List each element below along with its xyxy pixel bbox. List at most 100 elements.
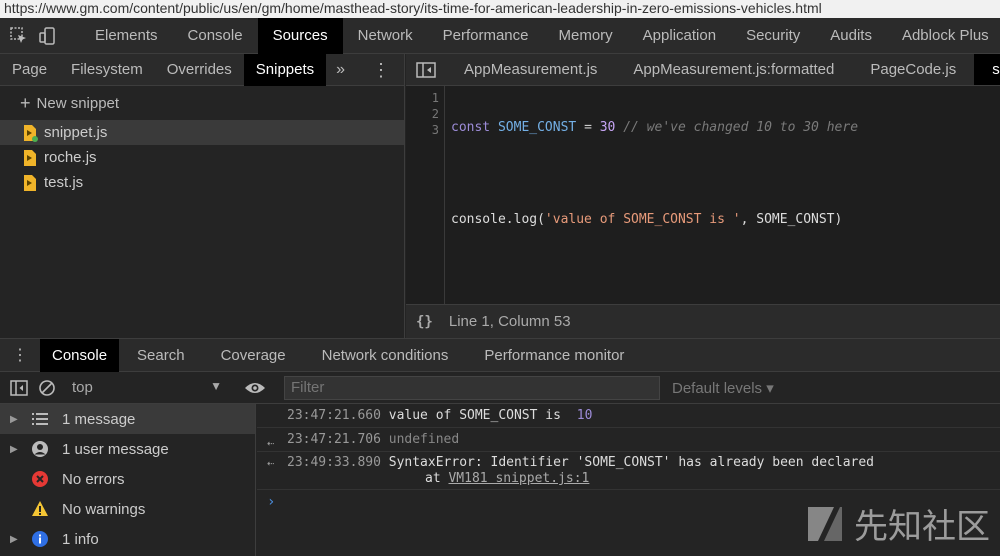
drawer-menu-icon[interactable]: ⋮ xyxy=(12,345,28,365)
sidebar-item-user-messages[interactable]: ▶ 1 user message xyxy=(0,434,255,464)
user-icon xyxy=(30,439,50,459)
sidebar-item-label: No errors xyxy=(62,470,125,488)
file-item-snippet[interactable]: snippet.js xyxy=(0,120,404,145)
default-levels-dropdown[interactable]: Default levels ▾ xyxy=(672,379,774,397)
snippet-file-icon xyxy=(24,149,36,166)
file-name: roche.js xyxy=(44,149,97,166)
sidebar-item-info[interactable]: ▶ 1 info xyxy=(0,524,255,554)
console-message[interactable]: 23:47:21.660 value of SOME_CONST is 10 xyxy=(257,404,1000,428)
sidebar-item-errors[interactable]: No errors xyxy=(0,464,255,494)
drawer-tab-coverage[interactable]: Coverage xyxy=(203,339,304,372)
line-gutter: 1 2 3 xyxy=(406,86,445,304)
list-icon xyxy=(30,409,50,429)
expand-arrow-icon: ▶ xyxy=(10,413,18,425)
tab-filesystem[interactable]: Filesystem xyxy=(59,54,155,86)
timestamp: 23:47:21.706 xyxy=(287,432,381,447)
tab-security[interactable]: Security xyxy=(731,18,815,54)
sidebar-item-messages[interactable]: ▶ 1 message xyxy=(0,404,255,434)
error-text: SyntaxError: Identifier 'SOME_CONST' has… xyxy=(388,455,875,470)
kebab-menu-icon[interactable]: ⋮ xyxy=(372,54,390,86)
tab-memory[interactable]: Memory xyxy=(544,18,628,54)
drawer-tab-console[interactable]: Console xyxy=(40,338,120,372)
console-error[interactable]: ⇠ 23:49:33.890 SyntaxError: Identifier '… xyxy=(257,452,1000,490)
devtools-main-tabs: Elements Console Sources Network Perform… xyxy=(0,17,1000,54)
tab-overrides[interactable]: Overrides xyxy=(155,54,244,86)
watermark-text: 先知社区 xyxy=(854,507,990,547)
console-result[interactable]: ⇠ 23:47:21.706 undefined xyxy=(257,428,1000,452)
tab-audits[interactable]: Audits xyxy=(815,18,887,54)
editor-tab-pagecode[interactable]: PageCode.js xyxy=(852,54,974,85)
editor-tab-appmeasurement-formatted[interactable]: AppMeasurement.js:formatted xyxy=(615,54,852,85)
file-name: snippet.js xyxy=(44,124,108,141)
toggle-sidebar-icon[interactable] xyxy=(10,379,28,397)
tab-adblock-plus[interactable]: Adblock Plus xyxy=(887,18,1000,54)
watermark: 先知社区 xyxy=(804,499,990,548)
editor-tab-appmeasurement[interactable]: AppMeasurement.js xyxy=(446,54,615,85)
context-selector[interactable]: top ▼ xyxy=(72,379,222,396)
drawer-tab-performance-monitor[interactable]: Performance monitor xyxy=(466,339,642,372)
editor-tab-snippet[interactable]: snip xyxy=(974,54,1000,85)
tab-application[interactable]: Application xyxy=(628,18,731,54)
cursor-position: Line 1, Column 53 xyxy=(448,313,571,330)
snippet-file-icon xyxy=(24,174,36,191)
more-tabs-icon[interactable]: » xyxy=(326,54,355,86)
code-area[interactable]: 1 2 3 const SOME_CONST = 30 // we've cha… xyxy=(406,86,1000,304)
sidebar-item-label: 1 user message xyxy=(62,440,169,458)
console-toolbar: top ▼ Default levels ▾ xyxy=(0,372,1000,404)
tab-sources[interactable]: Sources xyxy=(257,17,343,54)
plus-icon: + xyxy=(20,92,31,113)
code-editor: AppMeasurement.js AppMeasurement.js:form… xyxy=(406,54,1000,338)
snippet-file-icon xyxy=(24,124,38,142)
pretty-print-icon[interactable]: {} xyxy=(416,314,433,330)
code-line-1: const SOME_CONST = 30 // we've changed 1… xyxy=(451,120,859,135)
live-expression-eye-icon[interactable] xyxy=(244,380,266,396)
new-snippet-button[interactable]: + New snippet xyxy=(0,86,404,120)
sidebar-item-label: 1 info xyxy=(62,530,99,548)
message-text: value of SOME_CONST is xyxy=(388,408,569,423)
dropdown-caret-icon: ▼ xyxy=(210,379,222,393)
sidebar-item-label: No warnings xyxy=(62,500,146,518)
device-toolbar-icon[interactable] xyxy=(38,26,56,46)
source-link[interactable]: VM181 snippet.js:1 xyxy=(448,471,589,486)
result-text: undefined xyxy=(388,432,460,447)
url-bar[interactable]: https://www.gm.com/content/public/us/en/… xyxy=(0,0,1000,18)
stack-at: at xyxy=(425,471,441,486)
tab-snippets[interactable]: Snippets xyxy=(243,53,327,86)
result-arrow-icon: ⇠ xyxy=(267,456,275,470)
sidebar-item-label: 1 message xyxy=(62,410,136,428)
expand-arrow-icon: ▶ xyxy=(10,533,18,545)
sources-navigator: Page Filesystem Overrides Snippets » ⋮ +… xyxy=(0,53,405,338)
drawer-tab-network-conditions[interactable]: Network conditions xyxy=(304,339,467,372)
file-item-test[interactable]: test.js xyxy=(0,170,404,195)
drawer-tab-search[interactable]: Search xyxy=(119,339,203,372)
timestamp: 23:49:33.890 xyxy=(287,455,381,470)
info-icon xyxy=(30,529,50,549)
code-lines: const SOME_CONST = 30 // we've changed 1… xyxy=(451,90,858,258)
timestamp: 23:47:21.660 xyxy=(287,408,381,423)
new-snippet-label: New snippet xyxy=(36,94,120,112)
code-line-3: console.log('value of SOME_CONST is ', S… xyxy=(451,212,843,227)
tab-console[interactable]: Console xyxy=(173,18,258,54)
sidebar-item-warnings[interactable]: No warnings xyxy=(0,494,255,524)
expand-arrow-icon: ▶ xyxy=(10,443,18,455)
line-number: 2 xyxy=(431,107,439,121)
filter-input[interactable] xyxy=(284,375,660,400)
clear-console-icon[interactable] xyxy=(38,379,56,397)
editor-tabs: AppMeasurement.js AppMeasurement.js:form… xyxy=(406,54,1000,86)
file-item-roche[interactable]: roche.js xyxy=(0,145,404,170)
error-icon xyxy=(30,469,50,489)
tab-performance[interactable]: Performance xyxy=(428,18,544,54)
context-value: top xyxy=(72,379,93,396)
toggle-navigator-icon[interactable] xyxy=(416,61,436,78)
watermark-logo-icon xyxy=(808,506,842,541)
tab-page[interactable]: Page xyxy=(0,54,59,86)
editor-statusbar: {} Line 1, Column 53 xyxy=(406,304,1000,338)
file-name: test.js xyxy=(44,174,84,191)
tab-elements[interactable]: Elements xyxy=(80,18,173,54)
line-number: 1 xyxy=(431,91,439,105)
modified-dot-icon xyxy=(32,135,38,142)
console-sidebar: ▶ 1 message ▶ 1 user message No errors N… xyxy=(0,404,256,556)
tab-network[interactable]: Network xyxy=(343,18,428,54)
inspect-element-icon[interactable] xyxy=(10,26,28,46)
